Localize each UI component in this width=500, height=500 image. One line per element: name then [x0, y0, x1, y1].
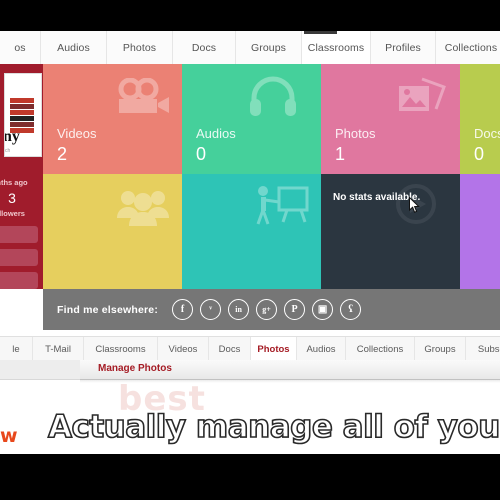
- people-group-icon: [117, 191, 169, 226]
- tile-audios[interactable]: Audios 0: [182, 64, 321, 174]
- letterbox-top: [0, 0, 500, 31]
- rss-icon[interactable]: ʕ: [340, 299, 362, 320]
- top-navigation-bar: os Audios Photos Docs Groups Classrooms Profil…: [0, 31, 500, 65]
- stats-tile-grid: Videos 2 Audios 0 Photos 1 Doc 0 No stat…: [43, 64, 500, 289]
- mouse-cursor: [409, 197, 420, 213]
- brand-tagline: ch: [5, 148, 11, 154]
- manage-photos-bar: Manage Photos: [80, 360, 500, 380]
- lower-nav-item-groups[interactable]: Groups: [415, 337, 466, 361]
- no-stats-message: No stats available.: [333, 192, 421, 203]
- facebook-icon[interactable]: f: [172, 299, 194, 320]
- follower-count: 3: [8, 190, 16, 206]
- headphones-icon: [250, 76, 296, 116]
- social-links-bar: Find me elsewhere: f ᵛ in g+ P ▣ ʕ: [43, 289, 500, 330]
- manage-photos-title: Manage Photos: [98, 363, 172, 374]
- top-nav-item-photos[interactable]: Photos: [107, 31, 173, 64]
- tile-groups[interactable]: Groups 1: [43, 174, 182, 289]
- top-nav-item-profiles[interactable]: Profiles: [371, 31, 436, 64]
- tile-label: Docs: [474, 126, 500, 141]
- tile-label: Videos: [57, 126, 97, 141]
- lower-nav-item-docs[interactable]: Docs: [209, 337, 251, 361]
- find-me-label: Find me elsewhere:: [57, 303, 159, 316]
- screenshot-root: os Audios Photos Docs Groups Classrooms Profil…: [0, 0, 500, 500]
- tile-classrooms[interactable]: Classrooms 0: [182, 174, 321, 289]
- tile-videos[interactable]: Videos 2: [43, 64, 182, 174]
- top-nav-item-os[interactable]: os: [0, 31, 41, 64]
- tile-count: 2: [57, 144, 68, 164]
- sidebar-action-button-3[interactable]: [0, 272, 38, 289]
- tile-label: Audios: [196, 126, 236, 141]
- tile-count: 0: [196, 144, 207, 164]
- dashboard-band: ny ch nths ago 3 llowers Videos 2: [0, 64, 500, 336]
- lower-nav-item-t-mail[interactable]: T-Mail: [33, 337, 84, 361]
- promo-watermark: w: [0, 425, 18, 447]
- band-bottom-spacer: [0, 330, 500, 334]
- googleplus-icon[interactable]: g+: [256, 299, 278, 320]
- top-nav-item-collections[interactable]: Collections: [436, 31, 500, 64]
- linkedin-icon[interactable]: in: [228, 299, 250, 320]
- twitter-icon[interactable]: ᵛ: [200, 299, 222, 320]
- lower-nav-item-collections[interactable]: Collections: [346, 337, 415, 361]
- sidebar-action-button-2[interactable]: [0, 249, 38, 266]
- lower-nav-item-classrooms[interactable]: Classrooms: [84, 337, 158, 361]
- tile-label: Photos: [335, 126, 376, 141]
- top-nav-active-marker: [304, 31, 337, 34]
- tile-subscriptions[interactable]: No stats available. Subscriptions 14: [321, 174, 460, 289]
- tile-photos[interactable]: Photos 1: [321, 64, 460, 174]
- profile-sidebar: ny ch nths ago 3 llowers: [0, 64, 43, 289]
- tile-docs[interactable]: Docs 0: [460, 64, 500, 174]
- lower-nav-item-photos[interactable]: Photos: [251, 337, 297, 361]
- torn-edge-decoration: [0, 454, 500, 500]
- secondary-navigation-bar: le T-Mail Classrooms Videos Docs Photos Audios…: [0, 336, 500, 362]
- promo-overlay: best w Actually manage all of your: [0, 383, 500, 500]
- photos-icon: [399, 77, 446, 111]
- pinterest-icon[interactable]: P: [284, 299, 306, 320]
- teacher-board-icon: [256, 186, 309, 225]
- instagram-icon[interactable]: ▣: [312, 299, 334, 320]
- profile-logo: ny ch: [4, 73, 42, 157]
- lower-nav-item-videos[interactable]: Videos: [158, 337, 209, 361]
- video-camera-icon: [118, 78, 169, 113]
- joined-time-text: nths ago: [0, 178, 28, 187]
- lower-nav-item-le[interactable]: le: [0, 337, 33, 361]
- sidebar-action-button-1[interactable]: [0, 226, 38, 243]
- top-nav-item-classrooms[interactable]: Classrooms: [302, 31, 371, 64]
- lower-nav-item-audios[interactable]: Audios: [297, 337, 346, 361]
- tile-count: 1: [335, 144, 346, 164]
- top-nav-item-audios[interactable]: Audios: [41, 31, 107, 64]
- tile-count: 0: [474, 144, 485, 164]
- lower-nav-item-subscription[interactable]: Subscription: [466, 337, 500, 361]
- follower-label: llowers: [0, 209, 25, 218]
- top-nav-item-groups[interactable]: Groups: [236, 31, 302, 64]
- promo-headline: Actually manage all of your: [47, 408, 500, 446]
- top-nav-item-docs[interactable]: Docs: [173, 31, 236, 64]
- manage-bar-left-stub: [0, 360, 80, 380]
- tile-collections[interactable]: Collections 6: [460, 174, 500, 289]
- brand-name: ny: [4, 128, 20, 145]
